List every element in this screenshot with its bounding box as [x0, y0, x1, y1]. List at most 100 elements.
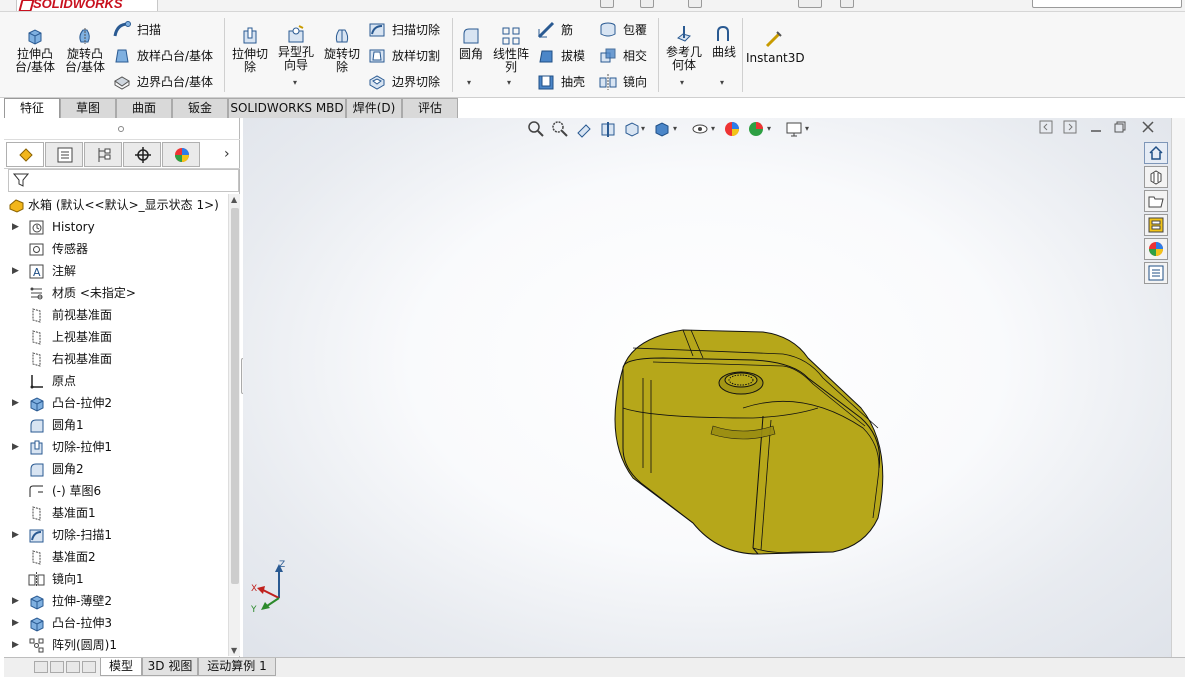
- tree-item[interactable]: 圆角1: [4, 414, 228, 436]
- instant3d-button[interactable]: Instant3D: [746, 30, 805, 65]
- tab-dimxpert[interactable]: [123, 142, 161, 167]
- tab-surfaces[interactable]: 曲面: [116, 98, 172, 118]
- tree-item[interactable]: ▶ 凸台-拉伸3: [4, 612, 228, 634]
- display-style-dropdown-icon[interactable]: ▾: [673, 124, 677, 133]
- first-tab-icon[interactable]: [34, 661, 48, 673]
- tab-view-palette[interactable]: [1144, 214, 1168, 236]
- hide-show-dropdown-icon[interactable]: ▾: [711, 124, 715, 133]
- next-window-icon[interactable]: [1063, 120, 1077, 134]
- tree-item[interactable]: ▶ 切除-扫描1: [4, 524, 228, 546]
- apply-scene-dropdown-icon[interactable]: ▾: [767, 124, 771, 133]
- expand-arrow-icon[interactable]: ▶: [12, 260, 19, 282]
- tab-model[interactable]: 模型: [100, 658, 142, 676]
- quick-access-icon[interactable]: [600, 0, 614, 8]
- tree-root-part[interactable]: 水箱 (默认<<默认>_显示状态 1>): [4, 194, 228, 216]
- quick-access-icon[interactable]: [640, 0, 654, 8]
- next-tab-icon[interactable]: [66, 661, 80, 673]
- tab-sketch[interactable]: 草图: [60, 98, 116, 118]
- graphics-area[interactable]: ▾ ▾ ▾ ▾ ▾ Z X Y: [243, 118, 1171, 659]
- linear-pattern-button[interactable]: 线性阵 列: [490, 26, 532, 74]
- tab-3d-views[interactable]: 3D 视图: [142, 658, 198, 676]
- tree-item[interactable]: 基准面1: [4, 502, 228, 524]
- tab-appearances[interactable]: [1144, 238, 1168, 260]
- reference-geometry-dropdown-icon[interactable]: ▾: [680, 78, 684, 87]
- tab-file-explorer[interactable]: [1144, 190, 1168, 212]
- tree-item[interactable]: ▶ 阵列(圆周)1: [4, 634, 228, 656]
- expand-arrow-icon[interactable]: ▶: [12, 634, 19, 656]
- quick-access-icon[interactable]: [688, 0, 702, 8]
- view-orientation-dropdown-icon[interactable]: ▾: [641, 124, 645, 133]
- scroll-up-icon[interactable]: ▲: [231, 195, 237, 204]
- select-icon[interactable]: [798, 0, 822, 8]
- fillet-button[interactable]: 圆角: [456, 26, 486, 61]
- tree-item[interactable]: 基准面2: [4, 546, 228, 568]
- extrude-cut-button[interactable]: 拉伸切 除: [228, 26, 272, 74]
- close-icon[interactable]: [1141, 120, 1155, 134]
- tab-evaluate[interactable]: 评估: [402, 98, 458, 118]
- tree-item[interactable]: 右视基准面: [4, 348, 228, 370]
- zoom-to-fit-icon[interactable]: [527, 120, 545, 138]
- swept-cut-button[interactable]: 扫描切除: [368, 20, 440, 40]
- prev-tab-icon[interactable]: [50, 661, 64, 673]
- wrap-button[interactable]: 包覆: [599, 20, 647, 40]
- zoom-to-area-icon[interactable]: [551, 120, 569, 138]
- edit-appearance-icon[interactable]: [723, 120, 741, 138]
- hole-wizard-button[interactable]: 异型孔 向导: [274, 24, 318, 72]
- mirror-button[interactable]: 镜向: [599, 72, 647, 92]
- tab-configuration-manager[interactable]: [84, 142, 122, 167]
- apply-scene-icon[interactable]: [747, 120, 765, 138]
- tab-features[interactable]: 特征: [4, 98, 60, 118]
- tree-item[interactable]: 传感器: [4, 238, 228, 260]
- tab-solidworks-resources[interactable]: [1144, 142, 1168, 164]
- tab-motion-study[interactable]: 运动算例 1: [198, 658, 276, 676]
- tree-filter[interactable]: [8, 169, 239, 192]
- tabs-more-icon[interactable]: ›: [224, 146, 230, 162]
- tree-item[interactable]: 材质 <未指定>: [4, 282, 228, 304]
- water-tank-model[interactable]: [593, 318, 893, 563]
- section-view-icon[interactable]: [599, 120, 617, 138]
- shell-button[interactable]: 抽壳: [537, 72, 585, 92]
- linear-pattern-dropdown-icon[interactable]: ▾: [507, 78, 511, 87]
- expand-arrow-icon[interactable]: ▶: [12, 392, 19, 414]
- tree-item[interactable]: 原点: [4, 370, 228, 392]
- boundary-cut-button[interactable]: 边界切除: [368, 72, 440, 92]
- expand-arrow-icon[interactable]: ▶: [12, 524, 19, 546]
- expand-arrow-icon[interactable]: ▶: [12, 612, 19, 634]
- tree-item[interactable]: 圆角2: [4, 458, 228, 480]
- loft-boss-button[interactable]: 放样凸台/基体: [113, 46, 213, 66]
- tree-item[interactable]: ▶ 切除-拉伸1: [4, 436, 228, 458]
- boundary-boss-button[interactable]: 边界凸台/基体: [113, 72, 213, 92]
- sweep-button[interactable]: 扫描: [113, 20, 161, 40]
- tab-design-library[interactable]: [1144, 166, 1168, 188]
- fillet-dropdown-icon[interactable]: ▾: [467, 78, 471, 87]
- tab-mbd[interactable]: SOLIDWORKS MBD: [228, 98, 346, 118]
- lofted-cut-button[interactable]: 放样切割: [368, 46, 440, 66]
- tab-display-manager[interactable]: [162, 142, 200, 167]
- tree-item[interactable]: (-) 草图6: [4, 480, 228, 502]
- tree-item[interactable]: 镜向1: [4, 568, 228, 590]
- tree-item[interactable]: ▶ A 注解: [4, 260, 228, 282]
- view-settings-icon[interactable]: [785, 120, 803, 138]
- rebuild-icon[interactable]: [840, 0, 854, 8]
- minimize-icon[interactable]: [1089, 120, 1103, 134]
- revolve-cut-button[interactable]: 旋转切 除: [320, 26, 364, 74]
- dynamic-annotation-icon[interactable]: [623, 120, 641, 138]
- tree-scrollbar[interactable]: ▲ ▼: [228, 194, 240, 656]
- tree-item[interactable]: ▶ 凸台-拉伸2: [4, 392, 228, 414]
- scroll-thumb[interactable]: [231, 208, 239, 584]
- prev-window-icon[interactable]: [1039, 120, 1053, 134]
- tree-item[interactable]: ▶ History: [4, 216, 228, 238]
- tab-weldments[interactable]: 焊件(D): [346, 98, 402, 118]
- search-box[interactable]: [1032, 0, 1182, 8]
- revolve-boss-button[interactable]: 旋转凸 台/基体: [62, 26, 108, 74]
- expand-arrow-icon[interactable]: ▶: [12, 216, 19, 238]
- intersect-button[interactable]: 相交: [599, 46, 647, 66]
- last-tab-icon[interactable]: [82, 661, 96, 673]
- tab-feature-tree[interactable]: [6, 142, 44, 167]
- view-settings-dropdown-icon[interactable]: ▾: [805, 124, 809, 133]
- tab-sheet-metal[interactable]: 钣金: [172, 98, 228, 118]
- curves-dropdown-icon[interactable]: ▾: [720, 78, 724, 87]
- tree-item[interactable]: 上视基准面: [4, 326, 228, 348]
- panel-grip[interactable]: [4, 118, 240, 140]
- expand-arrow-icon[interactable]: ▶: [12, 436, 19, 458]
